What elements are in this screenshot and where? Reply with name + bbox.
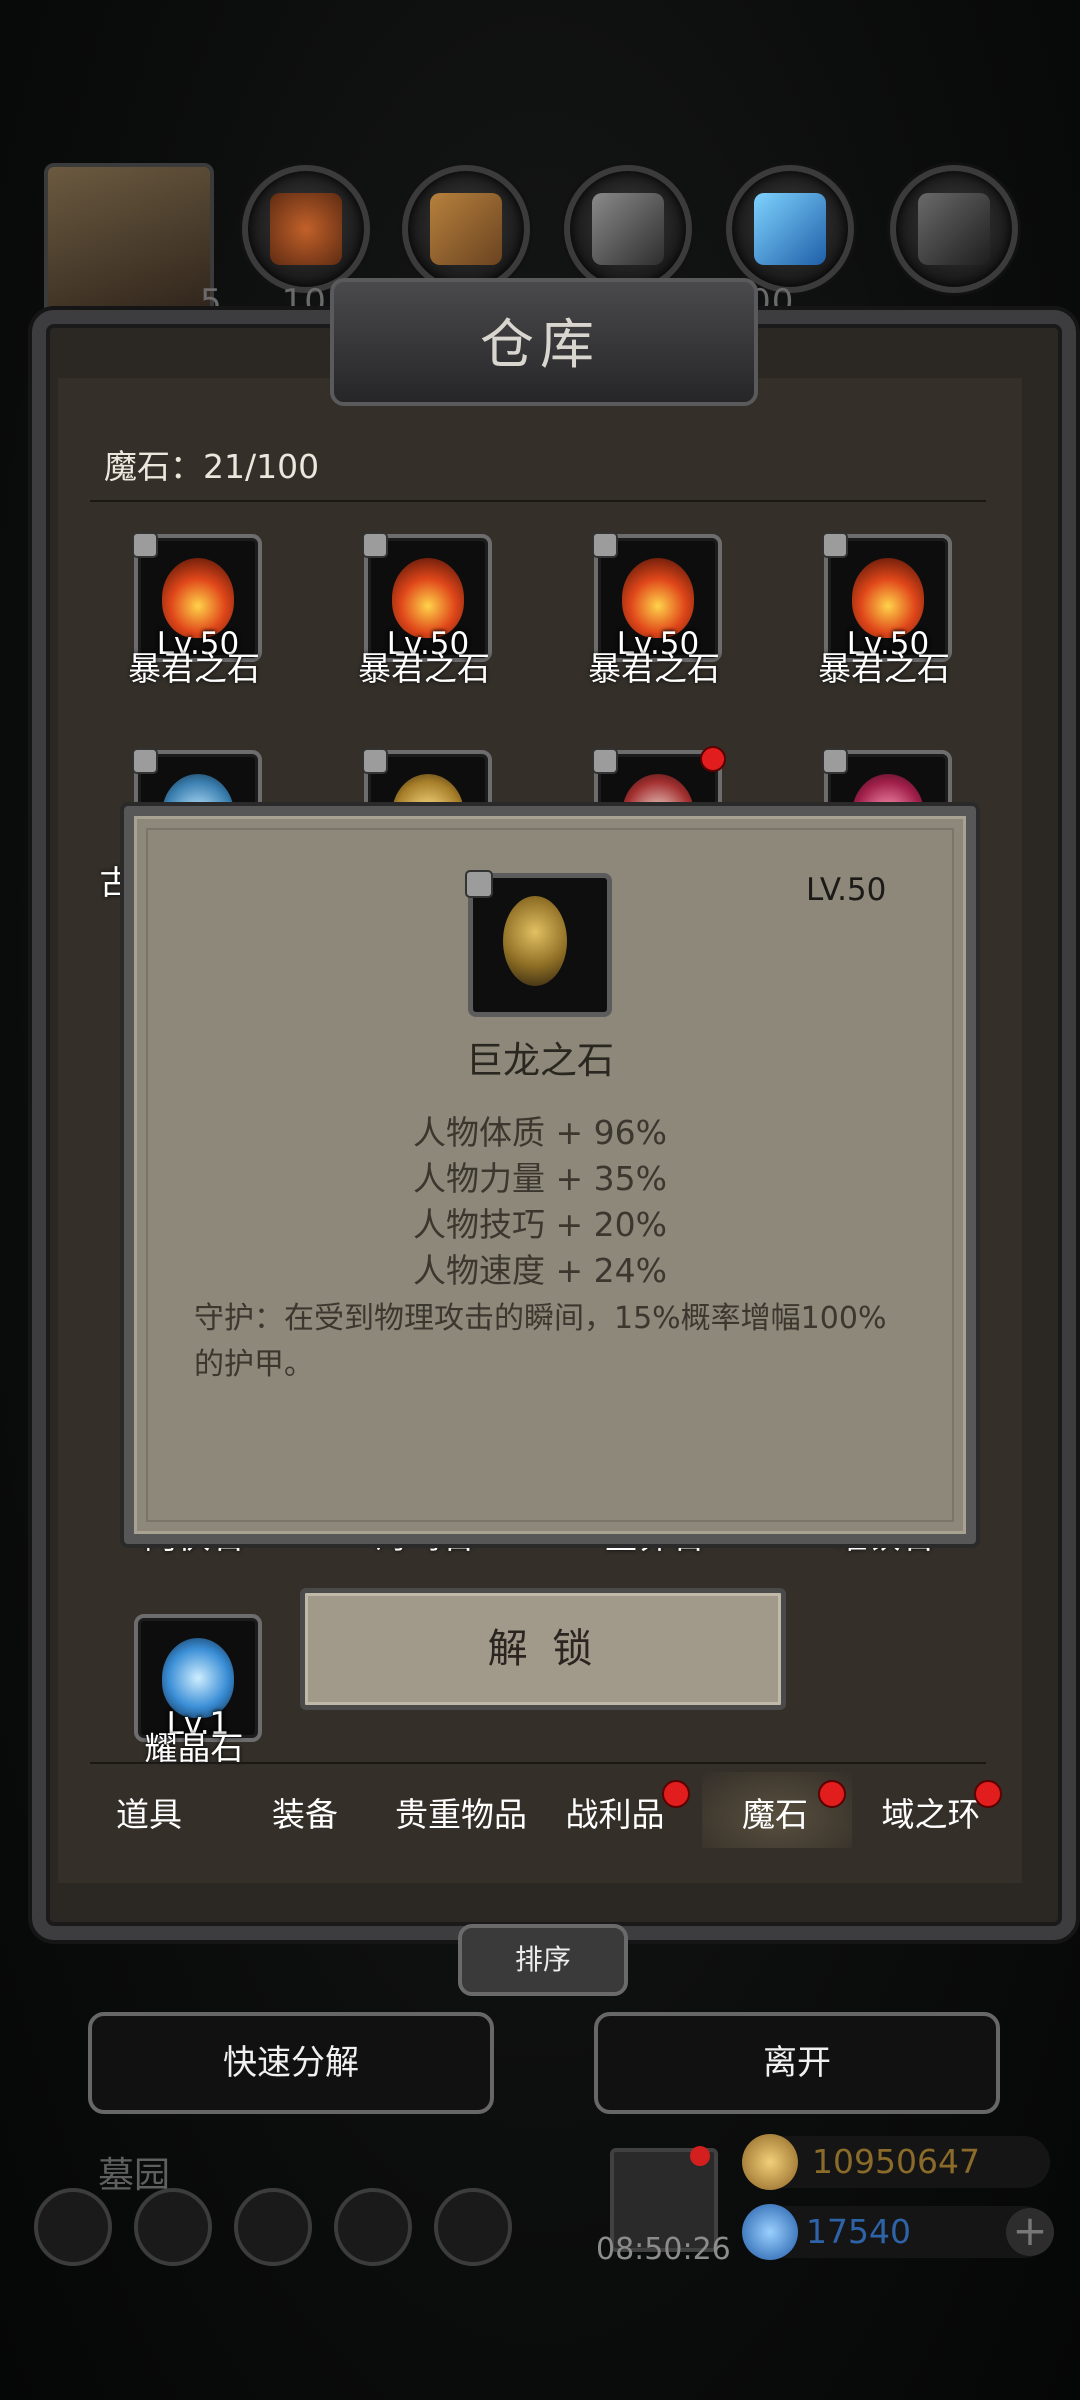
popup-description: 守护：在受到物理攻击的瞬间，15%概率增幅100%的护甲。 — [194, 1301, 887, 1382]
tabs-divider — [90, 1762, 986, 1764]
header-divider — [90, 500, 986, 502]
meat-resource-icon — [242, 165, 370, 293]
slot-name: 暴君之石 — [128, 649, 260, 688]
mail-icon[interactable] — [334, 2188, 412, 2266]
dragon-stone-icon — [503, 896, 567, 986]
popup-stat: 人物技巧 + 20% — [413, 1205, 667, 1244]
lock-icon — [132, 532, 158, 558]
gem-amount: 17540 — [806, 2212, 911, 2251]
settings-icon[interactable] — [34, 2188, 112, 2266]
achievement-icon[interactable] — [134, 2188, 212, 2266]
gold-icon — [742, 2134, 798, 2190]
slot-name: 暴君之石 — [818, 649, 950, 688]
wood-resource-icon — [402, 165, 530, 293]
popup-level: LV.50 — [806, 872, 887, 908]
quick-decompose-button[interactable]: 快速分解 — [88, 2012, 494, 2114]
magic-stone-counter: 魔石：21/100 — [104, 447, 320, 486]
notification-dot — [662, 1780, 690, 1808]
popup-stat: 人物力量 + 35% — [413, 1159, 667, 1198]
slot-name: 暴君之石 — [358, 649, 490, 688]
lock-icon — [362, 532, 388, 558]
popup-item-icon — [465, 870, 612, 1017]
iron-resource-icon — [890, 165, 1018, 293]
lock-icon — [132, 748, 158, 774]
notification-dot — [818, 1780, 846, 1808]
guild-icon[interactable] — [234, 2188, 312, 2266]
tab-equipment[interactable]: 装备 — [230, 1788, 380, 1836]
character-avatar[interactable] — [44, 163, 214, 319]
notification-dot — [700, 746, 726, 772]
popup-item-name: 巨龙之石 — [466, 1039, 614, 1082]
lock-icon — [822, 532, 848, 558]
crystal-resource-icon — [726, 165, 854, 293]
lock-icon — [362, 748, 388, 774]
lock-icon — [822, 748, 848, 774]
sort-button[interactable]: 排序 — [458, 1924, 628, 1996]
add-currency-button[interactable]: + — [1006, 2208, 1054, 2256]
lock-icon — [465, 870, 493, 898]
page-title: 仓库 — [480, 313, 600, 376]
ore-resource-icon — [564, 165, 692, 293]
event-timer: 08:50:26 — [596, 2232, 731, 2267]
gold-amount: 10950647 — [812, 2142, 980, 2181]
tab-valuables[interactable]: 贵重物品 — [386, 1788, 536, 1836]
slot-name: 暴君之石 — [588, 649, 720, 688]
notification-dot — [690, 2146, 710, 2166]
popup-stat: 人物体质 + 96% — [413, 1113, 667, 1152]
unlock-button[interactable]: 解 锁 — [300, 1588, 786, 1710]
leave-button[interactable]: 离开 — [594, 2012, 1000, 2114]
lock-icon — [592, 532, 618, 558]
lock-icon — [592, 748, 618, 774]
gem-icon — [742, 2204, 798, 2260]
map-icon[interactable] — [434, 2188, 512, 2266]
popup-stat: 人物速度 + 24% — [413, 1251, 667, 1290]
notification-dot — [974, 1780, 1002, 1808]
tab-items[interactable]: 道具 — [74, 1788, 224, 1836]
